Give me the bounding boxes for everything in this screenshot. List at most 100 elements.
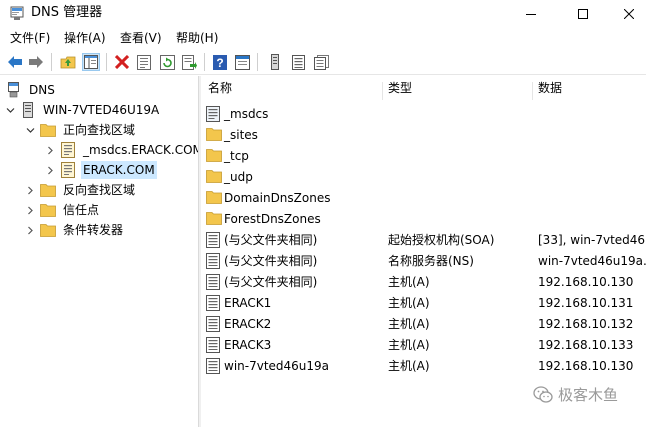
tree-item-server[interactable]: WIN-7VTED46U19A	[4, 100, 161, 120]
dns-app-icon	[10, 6, 24, 20]
list-item[interactable]: (与父文件夹相同) 主机(A) 192.168.10.130	[201, 272, 646, 293]
column-header-name[interactable]: 名称	[208, 80, 232, 102]
cell-name: DomainDnsZones	[224, 191, 331, 205]
server-icon	[20, 102, 36, 118]
wechat-icon	[533, 386, 553, 403]
list-item[interactable]: DomainDnsZones	[201, 188, 646, 209]
cell-type: 主机(A)	[388, 338, 430, 352]
list-item[interactable]: ForestDnsZones	[201, 209, 646, 230]
server-button[interactable]	[266, 53, 284, 71]
cell-name: ERACK3	[224, 338, 272, 352]
list-item[interactable]: ERACK3 主机(A) 192.168.10.133	[201, 335, 646, 356]
cell-type: 主机(A)	[388, 275, 430, 289]
close-button[interactable]	[612, 0, 646, 28]
column-header-type[interactable]: 类型	[388, 80, 412, 102]
list-item[interactable]: ERACK2 主机(A) 192.168.10.132	[201, 314, 646, 335]
help-button[interactable]: ?	[211, 53, 229, 71]
folder-icon	[40, 222, 56, 238]
tree-item-dns[interactable]: DNS	[6, 80, 57, 100]
export-list-button[interactable]	[180, 53, 198, 71]
zone-icon	[60, 162, 76, 178]
chevron-right-icon[interactable]	[24, 180, 36, 200]
forward-button[interactable]	[27, 53, 45, 71]
back-button[interactable]	[6, 53, 24, 71]
cell-data: [33], win-7vted46u19a.e	[538, 233, 646, 247]
cell-data: 192.168.10.132	[538, 317, 634, 331]
show-hide-tree-button[interactable]	[82, 53, 100, 71]
record-icon	[206, 274, 222, 291]
tree-item-forward-zones[interactable]: 正向查找区域	[24, 120, 137, 140]
copy-record-button[interactable]	[312, 53, 330, 71]
menu-view[interactable]: 查看(V)	[120, 30, 162, 46]
back-arrow-icon	[8, 56, 22, 68]
tree-item-msdcs-zone[interactable]: _msdcs.ERACK.COM	[44, 140, 198, 160]
properties-button[interactable]	[135, 53, 153, 71]
cell-name: _udp	[224, 170, 253, 184]
chevron-down-icon[interactable]	[4, 100, 16, 120]
chevron-right-icon[interactable]	[44, 140, 56, 160]
server-icon	[271, 54, 279, 70]
cell-data: win-7vted46u19a.erack.c	[538, 254, 646, 268]
cell-name: (与父文件夹相同)	[224, 275, 318, 289]
console-button[interactable]	[233, 53, 251, 71]
menu-bar: 文件(F) 操作(A) 查看(V) 帮助(H)	[0, 28, 646, 48]
tree-item-label: _msdcs.ERACK.COM	[83, 143, 198, 157]
svg-text:?: ?	[216, 56, 223, 70]
list-item[interactable]: _udp	[201, 167, 646, 188]
list-item[interactable]: _sites	[201, 125, 646, 146]
toolbar-separator	[204, 53, 205, 71]
cell-name: ForestDnsZones	[224, 212, 321, 226]
tree-item-reverse-zones[interactable]: 反向查找区域	[24, 180, 137, 200]
delete-button[interactable]	[113, 53, 131, 71]
help-icon: ?	[213, 54, 227, 70]
tree-item-conditional-forwarders[interactable]: 条件转发器	[24, 220, 125, 240]
cell-name: (与父文件夹相同)	[224, 233, 318, 247]
refresh-button[interactable]	[158, 53, 176, 71]
up-one-level-button[interactable]	[59, 53, 77, 71]
forward-arrow-icon	[29, 56, 43, 68]
chevron-right-icon[interactable]	[44, 160, 56, 180]
new-record-button[interactable]	[289, 53, 307, 71]
tree-item-label: WIN-7VTED46U19A	[43, 103, 160, 117]
cell-name: ERACK2	[224, 317, 272, 331]
record-icon	[291, 54, 305, 70]
dns-icon	[6, 82, 22, 98]
tree-item-trust-points[interactable]: 信任点	[24, 200, 101, 220]
chevron-right-icon[interactable]	[24, 220, 36, 240]
column-divider[interactable]	[382, 82, 383, 100]
maximize-button[interactable]	[560, 0, 606, 28]
folder-icon	[206, 148, 222, 165]
copy-record-icon	[313, 54, 329, 70]
console-tree: DNS WIN-7VTED46U19A 正向查找区域 _msdcs.ERACK.…	[0, 76, 198, 427]
record-icon	[206, 232, 222, 249]
column-header-data[interactable]: 数据	[538, 80, 562, 102]
cell-type: 主机(A)	[388, 296, 430, 310]
tree-item-label: DNS	[29, 83, 55, 97]
minimize-button[interactable]	[508, 0, 554, 28]
menu-file[interactable]: 文件(F)	[10, 30, 50, 46]
list-item[interactable]: (与父文件夹相同) 起始授权机构(SOA) [33], win-7vted46u19…	[201, 230, 646, 251]
record-icon	[206, 295, 222, 312]
cell-type: 起始授权机构(SOA)	[388, 233, 495, 247]
refresh-icon	[159, 54, 175, 70]
list-item[interactable]: (与父文件夹相同) 名称服务器(NS) win-7vted46u19a.erack.…	[201, 251, 646, 272]
minimize-icon	[526, 14, 536, 15]
folder-icon	[206, 211, 222, 228]
list-item[interactable]: _tcp	[201, 146, 646, 167]
column-divider[interactable]	[532, 82, 533, 100]
records-list: 名称 类型 数据 _msdcs _sites _tcp _udp DomainDnsZo…	[201, 76, 646, 427]
tree-item-erack-zone[interactable]: ERACK.COM	[44, 160, 157, 180]
chevron-down-icon[interactable]	[24, 120, 36, 140]
cell-name: _msdcs	[224, 107, 269, 121]
folder-icon	[40, 122, 56, 138]
list-item[interactable]: ERACK1 主机(A) 192.168.10.131	[201, 293, 646, 314]
cell-data: 192.168.10.130	[538, 275, 634, 289]
chevron-right-icon[interactable]	[24, 200, 36, 220]
list-item[interactable]: _msdcs	[201, 104, 646, 125]
menu-help[interactable]: 帮助(H)	[176, 30, 218, 46]
menu-action[interactable]: 操作(A)	[64, 30, 106, 46]
cell-type: 主机(A)	[388, 317, 430, 331]
delegated-zone-icon	[206, 106, 222, 123]
toolbar: ?	[0, 49, 646, 75]
cell-name: (与父文件夹相同)	[224, 254, 318, 268]
